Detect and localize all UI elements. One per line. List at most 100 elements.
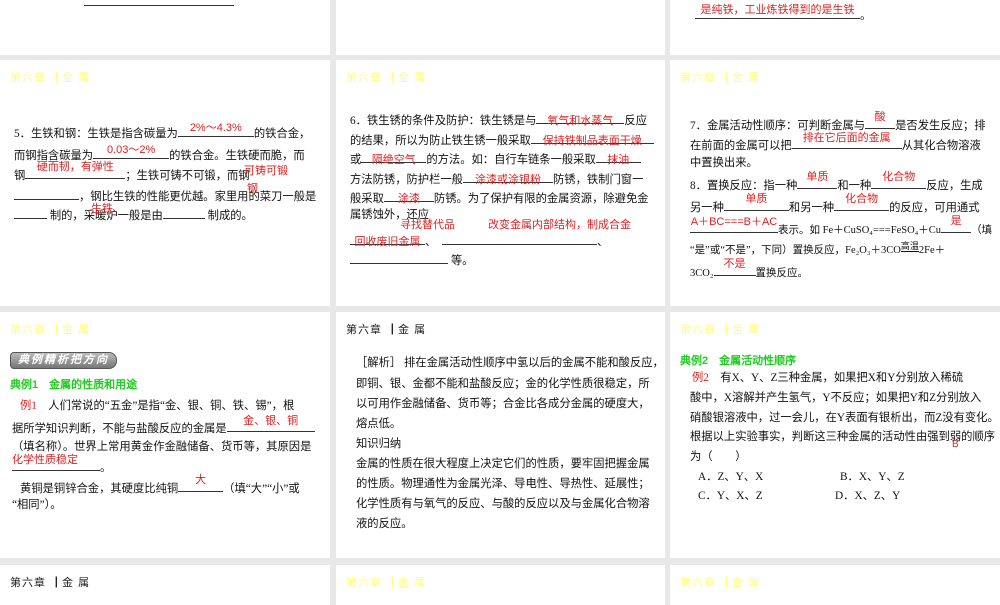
text: 和一种 bbox=[837, 180, 872, 192]
answer: 化学性质稳定 bbox=[12, 454, 78, 466]
text-line: 黄铜是铜锌合金，其硬度比纯铜 大 （填“大”“小”或 bbox=[20, 474, 300, 496]
text-line: 的结果，所以为防止铁生锈一般采取 保持铁制品表面干燥 bbox=[350, 131, 654, 148]
slide-thumbnail[interactable] bbox=[336, 0, 665, 55]
text: 黄铜是铜锌合金，其硬度比纯铜 bbox=[20, 483, 179, 495]
slide-thumbnail[interactable] bbox=[0, 0, 330, 55]
text: 的方法。如：自行车链条一般采取 bbox=[426, 154, 596, 166]
slide-thumbnail[interactable]: 第六章▕ 金 属 ［解析］ 排在金属活动性顺序中氢以后的金属不能和酸反应， 即铜… bbox=[336, 312, 665, 558]
text: 的结果，所以为防止铁生锈一般采取 bbox=[350, 135, 531, 147]
text: 的铁合金， bbox=[253, 128, 311, 140]
text-line: ［解析］ 排在金属活动性顺序中氢以后的金属不能和酸反应， bbox=[356, 357, 664, 369]
text-line: 熔点低。 bbox=[356, 418, 402, 430]
slide-thumbnail[interactable]: 第六章▕ 金 属 bbox=[670, 565, 1000, 605]
blank: 隔绝空气 bbox=[361, 150, 427, 166]
blank: 硬而韧，有弹性 bbox=[25, 161, 126, 179]
answer: 涂漆 bbox=[397, 193, 420, 205]
text-line: 3CO₂ 不是 置换反应。 bbox=[690, 258, 808, 281]
text: （填名称）。世界上常用黄金作金融储备、货币等，其原因是 bbox=[12, 441, 312, 453]
text: 的铁合金。生铁硬而脆，而 bbox=[169, 150, 305, 162]
blank: 氧气和水蒸气 bbox=[536, 111, 625, 127]
slide-thumbnail[interactable]: 第六章▕ 金 属 典例精析把方向 典例1 金属的性质和用途 例1 人们常说的“五… bbox=[0, 312, 330, 558]
slide-thumbnail[interactable]: 是纯铁，工业炼铁得到的是生铁。 bbox=[670, 0, 1000, 55]
text: 、 bbox=[425, 236, 431, 248]
text: 据所学知识判断，不能与盐酸反应的金属是 bbox=[12, 423, 227, 435]
example-tag: 例1 bbox=[20, 400, 37, 412]
reaction-condition: 高温 bbox=[900, 241, 919, 252]
option-b: B．X、Y、Z bbox=[840, 471, 905, 483]
section-banner: 典例精析把方向 bbox=[10, 352, 117, 369]
slide-thumbnail[interactable]: 第六章▕ 金 属 典例2 金属活动性顺序 例2 有X、Y、Z三种金属，如果把X和… bbox=[670, 312, 1000, 558]
text-line: 即铜、银、金都不能和盐酸反应；金的化学性质很稳定，所 bbox=[356, 378, 650, 390]
slide-header: 第六章▕ 金 属 bbox=[10, 72, 91, 84]
text: 等。 bbox=[450, 255, 474, 267]
answer: 钢 bbox=[247, 183, 258, 195]
text: “相同”）。 bbox=[12, 499, 62, 511]
example-title: 典例1 金属的性质和用途 bbox=[10, 379, 138, 391]
answer: 化合物 bbox=[845, 193, 879, 205]
slide-header: 第六章▕ 金 属 bbox=[346, 72, 427, 84]
text-line: 5．生铁和钢：生铁是指含碳量为 2%～4.3% 的铁合金， bbox=[14, 122, 311, 141]
text: 。 bbox=[100, 462, 112, 474]
text-line: 化学性质有与氧气的反应、与酸的反应以及与金属化合物溶 bbox=[356, 498, 650, 510]
example-title: 典例2 金属活动性顺序 bbox=[680, 355, 797, 367]
text-line: 方法防锈，防护栏一般 涂漆或涂银粉 防锈，铁制门窗一 bbox=[350, 170, 643, 187]
blank: 涂漆 bbox=[383, 189, 434, 205]
text-line: 是纯铁，工业炼铁得到的是生铁。 bbox=[695, 4, 872, 23]
text-line: 以可用作金融储备、货币等；合金比各成分金属的硬度大， bbox=[356, 398, 650, 410]
answer: 酸 bbox=[874, 111, 886, 123]
blank: 化合物 bbox=[834, 193, 890, 211]
slide-thumbnail[interactable]: 第六章▕ 金 属 7．金属活动性顺序：可判断金属与酸是否发生反应；排 在前面的金… bbox=[670, 60, 1000, 306]
slide-header: 第六章▕ 金 属 bbox=[346, 577, 427, 589]
blank: 不是 bbox=[713, 258, 756, 276]
slide-thumbnail[interactable]: 第六章▕ 金 属 bbox=[0, 565, 330, 605]
blank: 金、银、铜 bbox=[226, 415, 315, 432]
text-line: 6．铁生锈的条件及防护：铁生锈是与 氧气和水蒸气 反应 bbox=[350, 111, 647, 128]
slide-thumbnail[interactable]: 第六章▕ 金 属 5．生铁和钢：生铁是指含碳量为 2%～4.3% 的铁合金， 而钢指… bbox=[0, 60, 330, 306]
text-line: 例2 有X、Y、Z三种金属，如果把X和Y分别放入稀硫 bbox=[692, 371, 963, 385]
answer: 保持铁制品表面干燥 bbox=[542, 135, 642, 147]
answer: 大 bbox=[195, 474, 207, 486]
answer: 单质 bbox=[745, 193, 768, 205]
text: 。 bbox=[860, 10, 872, 22]
option-d: D．X、Z、Y bbox=[835, 490, 901, 502]
answer: 0.03～2% bbox=[106, 144, 156, 156]
text-line: 制的，采暖炉一般是由 制成的。 bbox=[14, 206, 253, 223]
blank bbox=[441, 232, 597, 245]
text-line: 酸中，X溶解并产生氢气，Y不反应；如果把Y和Z分别放入 bbox=[690, 392, 982, 404]
blank: 是 bbox=[941, 215, 972, 233]
slide-thumbnail[interactable]: 第六章▕ 金 属 bbox=[336, 565, 665, 605]
text: 是否发生反应；排 bbox=[895, 120, 986, 132]
text: 有X、Y、Z三种金属，如果把X和Y分别放入稀硫 bbox=[720, 372, 964, 384]
answer: 不是 bbox=[723, 258, 746, 270]
blank: 保持铁制品表面干燥 bbox=[530, 131, 654, 147]
text-line: 在前面的金属可以把 排在它后面的金属 从其化合物溶液 bbox=[690, 132, 981, 153]
slide-header: 第六章▕ 金 属 bbox=[680, 72, 761, 84]
text: 的反应，可用通式 bbox=[889, 202, 980, 214]
answer: 硬而韧，有弹性 bbox=[36, 161, 114, 173]
text-line: 知识归纳 bbox=[356, 438, 402, 450]
text: 或 bbox=[350, 154, 362, 166]
blank: 2%～4.3% bbox=[177, 122, 254, 137]
answer: 是纯铁，工业炼铁得到的是生铁 bbox=[700, 4, 855, 16]
text: （填“大”“小”或 bbox=[223, 483, 300, 495]
text: 反应 bbox=[624, 115, 648, 127]
option-c: C．Y、X、Z bbox=[698, 490, 763, 502]
slide-thumbnail[interactable]: 第六章▕ 金 属 6．铁生锈的条件及防护：铁生锈是与 氧气和水蒸气 反应 的结果，所… bbox=[336, 60, 665, 306]
answer: 化合物 bbox=[882, 171, 916, 183]
text-line: 金属的性质在很大程度上决定它们的性质，要牢固把握金属 bbox=[356, 458, 650, 470]
answer: 2%～4.3% bbox=[189, 122, 242, 134]
answer: 单质 bbox=[806, 171, 829, 183]
text-line: 例1 人们常说的“五金”是指“金、银、铜、铁、锡”，根 bbox=[20, 399, 294, 413]
answer: B bbox=[952, 439, 959, 450]
option-a: A．Z、Y、X bbox=[698, 471, 764, 483]
text-line: 液的反应。 bbox=[356, 518, 413, 530]
answer: 生铁 bbox=[91, 203, 113, 215]
blank: 化学性质稳定 bbox=[12, 454, 100, 471]
text: 中置换出来。 bbox=[690, 157, 758, 169]
text: “是”或“不是”，下同）置换反应，Fe₂O₃＋3CO bbox=[690, 245, 901, 256]
text-line: “相同”）。 bbox=[12, 498, 62, 512]
text-line: 或隔绝空气 的方法。如：自行车链条一般采取 抹油 bbox=[350, 150, 641, 167]
text: 钢 bbox=[14, 170, 26, 182]
text: 防锈。为了保护有限的金属资源，除避免金 bbox=[433, 193, 649, 205]
slide-header: 第六章▕ 金 属 bbox=[346, 324, 427, 336]
